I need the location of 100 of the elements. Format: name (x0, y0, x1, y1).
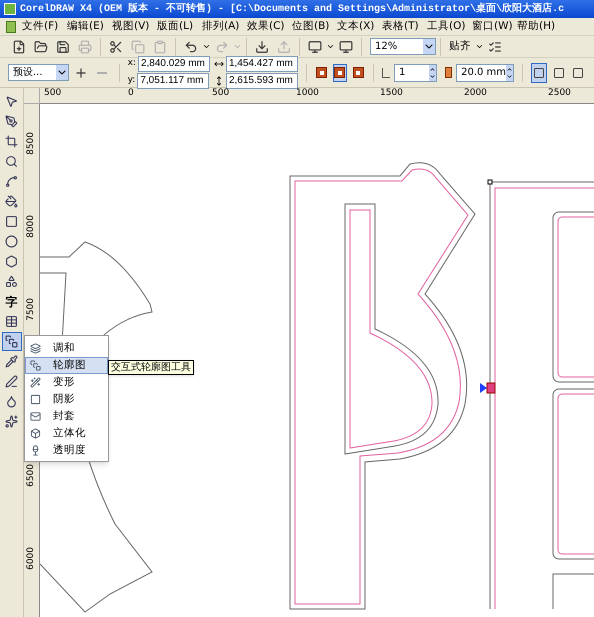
menu-item[interactable]: 工具(O) (427, 18, 472, 34)
flyout-item[interactable]: 立体化 (25, 425, 108, 442)
contour-icon (352, 67, 364, 78)
folder-icon (34, 40, 48, 54)
cube-icon (30, 428, 41, 439)
preset-dropdown[interactable]: 预设... (8, 64, 69, 81)
y-field[interactable]: 7,051.117 mm (137, 73, 210, 89)
layers-icon (30, 343, 41, 354)
wand-icon (30, 377, 41, 388)
caret-icon (423, 39, 435, 54)
snap-menu[interactable]: 贴齐 (449, 38, 471, 54)
ruler-label: 2000 (464, 88, 487, 98)
minus-icon (97, 72, 108, 74)
offset-field[interactable]: 20.0 mm (456, 64, 514, 82)
paint-bucket-icon (5, 195, 18, 208)
square-icon (572, 66, 584, 78)
clipboard-icon (153, 40, 167, 54)
square-icon (532, 66, 545, 78)
ruler-label: 2500 (548, 88, 571, 98)
new-file-icon (12, 40, 26, 54)
nested-squares-icon (5, 335, 18, 348)
caret-icon[interactable] (326, 42, 335, 51)
pen-node-icon (5, 115, 18, 128)
curve-icon (5, 175, 18, 188)
shapes-icon (5, 275, 18, 288)
flyout-item[interactable]: 调和 (25, 340, 108, 357)
x-label: x: (128, 57, 136, 70)
ruler-label: 500 (212, 88, 230, 98)
document-icon (6, 20, 16, 32)
x-field[interactable]: 2,840.029 mm (138, 56, 210, 72)
contour-direction-button[interactable] (332, 64, 348, 82)
ruler-label: 6000 (26, 547, 36, 570)
menu-item[interactable]: 视图(V) (112, 18, 157, 34)
tool-button[interactable] (2, 332, 22, 351)
steps-icon (382, 68, 390, 78)
droplet-icon (5, 395, 18, 408)
hexagon-icon (5, 255, 18, 268)
window-title: CorelDRAW X4 (OEM 版本 - 不可转售) - [C:\Documents and Settings\Administrator\桌面\欣阳大酒店.c (20, 2, 564, 16)
zoom-dropdown[interactable]: 12% (370, 38, 436, 55)
ellipse-icon (5, 235, 18, 248)
ruler-label: 8000 (26, 215, 36, 238)
caret-icon[interactable] (475, 42, 484, 51)
caret-icon (56, 65, 68, 80)
contour-handle[interactable] (480, 382, 496, 394)
nested-squares-icon (30, 360, 41, 371)
monitor-icon (339, 40, 353, 54)
upload-icon (277, 40, 291, 54)
rectangle-icon (5, 215, 18, 228)
checklist-icon (488, 40, 502, 54)
copy-icon (131, 40, 145, 54)
menu-item[interactable]: 编辑(E) (67, 18, 112, 34)
ruler-label: 1500 (380, 88, 403, 98)
table-icon (5, 315, 18, 328)
flyout-item[interactable]: 阴影 (25, 391, 108, 408)
preset-value: 预设... (13, 66, 43, 80)
width-icon (214, 59, 224, 69)
y-label: y: (128, 74, 136, 88)
flyout-item[interactable]: 轮廓图 (25, 357, 108, 374)
flyout-item[interactable]: 透明度 (25, 442, 108, 459)
square-icon (552, 66, 565, 78)
pen-icon (5, 375, 18, 388)
height-field[interactable]: 2,615.593 mm (226, 73, 298, 89)
eyedropper-icon (5, 355, 18, 368)
menu-item[interactable]: 帮助(H) (517, 18, 562, 34)
crop-icon (5, 135, 18, 148)
scissors-icon (109, 40, 123, 54)
menu-item[interactable]: 文件(F) (22, 18, 67, 34)
menu-item[interactable]: 版面(L) (157, 18, 202, 34)
spinner[interactable] (506, 64, 514, 80)
redo-icon (215, 40, 229, 54)
tool-button[interactable]: 字 (2, 292, 22, 311)
menu-item[interactable]: 文本(X) (337, 18, 382, 34)
download-icon (255, 40, 269, 54)
glass-icon (30, 445, 41, 456)
ruler-label: 500 (44, 88, 62, 98)
menu-item[interactable]: 窗口(W) (472, 18, 517, 34)
width-field[interactable]: 1,454.427 mm (226, 56, 298, 72)
contour-icon (334, 67, 346, 78)
contour-icon (316, 67, 328, 78)
offset-icon (445, 67, 452, 78)
ruler-label: 7500 (26, 298, 36, 321)
plus-icon (74, 66, 88, 80)
menu-item[interactable]: 效果(C) (247, 18, 292, 34)
flyout-item[interactable]: 变形 (25, 374, 108, 391)
search-icon (5, 155, 18, 168)
steps-field[interactable]: 1 (394, 64, 438, 82)
pointer-icon (5, 95, 18, 108)
caret-icon[interactable] (202, 42, 211, 51)
menu-item[interactable]: 表格(T) (382, 18, 427, 34)
ruler-label: 0 (128, 88, 134, 98)
menu-item[interactable]: 位图(B) (292, 18, 337, 34)
selection-handle[interactable] (488, 180, 492, 184)
ruler-label: 8500 (26, 132, 36, 155)
menu-item[interactable]: 排列(A) (202, 18, 247, 34)
envelope-icon (30, 411, 41, 422)
ruler-corner (24, 88, 40, 104)
color-direction-button[interactable] (530, 62, 547, 82)
flyout-item[interactable]: 封套 (25, 408, 108, 425)
steps-value: 1 (399, 66, 406, 80)
spinner[interactable] (429, 64, 436, 80)
